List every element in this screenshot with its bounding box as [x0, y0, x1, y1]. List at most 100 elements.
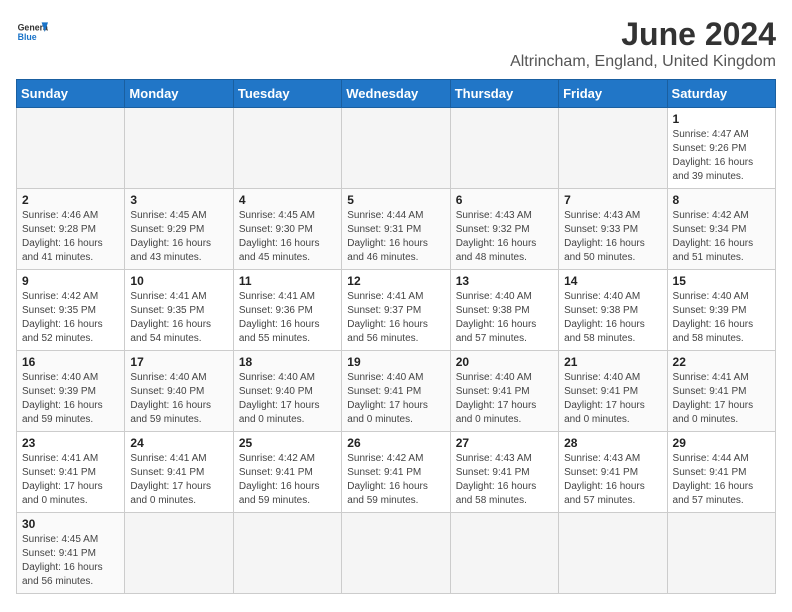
- day-number: 2: [22, 193, 119, 207]
- weekday-header-tuesday: Tuesday: [233, 80, 341, 108]
- day-number: 28: [564, 436, 661, 450]
- day-number: 9: [22, 274, 119, 288]
- day-number: 24: [130, 436, 227, 450]
- calendar-cell: 13 Sunrise: 4:40 AM Sunset: 9:38 PM Dayli…: [450, 270, 558, 351]
- calendar-cell: 6 Sunrise: 4:43 AM Sunset: 9:32 PM Daylig…: [450, 189, 558, 270]
- day-number: 19: [347, 355, 444, 369]
- day-info: Sunrise: 4:42 AM Sunset: 9:41 PM Dayligh…: [239, 452, 336, 508]
- day-number: 21: [564, 355, 661, 369]
- day-number: 17: [130, 355, 227, 369]
- weekday-row: SundayMondayTuesdayWednesdayThursdayFrid…: [17, 80, 776, 108]
- calendar-cell: [559, 513, 667, 594]
- day-info: Sunrise: 4:47 AM Sunset: 9:26 PM Dayligh…: [673, 128, 770, 184]
- calendar-cell: 2 Sunrise: 4:46 AM Sunset: 9:28 PM Daylig…: [17, 189, 125, 270]
- day-info: Sunrise: 4:46 AM Sunset: 9:28 PM Dayligh…: [22, 209, 119, 265]
- calendar-title: June 2024: [510, 16, 776, 53]
- calendar-cell: [125, 513, 233, 594]
- calendar-subtitle: Altrincham, England, United Kingdom: [510, 53, 776, 71]
- day-number: 25: [239, 436, 336, 450]
- calendar-cell: 3 Sunrise: 4:45 AM Sunset: 9:29 PM Daylig…: [125, 189, 233, 270]
- calendar-cell: 14 Sunrise: 4:40 AM Sunset: 9:38 PM Dayli…: [559, 270, 667, 351]
- week-row-2: 9Sunrise: 4:42 AM Sunset: 9:35 PM Daylig…: [17, 270, 776, 351]
- calendar-cell: [450, 108, 558, 189]
- day-info: Sunrise: 4:45 AM Sunset: 9:30 PM Dayligh…: [239, 209, 336, 265]
- calendar-cell: 15Sunrise: 4:40 AM Sunset: 9:39 PM Dayli…: [667, 270, 775, 351]
- day-number: 14: [564, 274, 661, 288]
- calendar-cell: 17 Sunrise: 4:40 AM Sunset: 9:40 PM Dayli…: [125, 351, 233, 432]
- day-number: 23: [22, 436, 119, 450]
- day-info: Sunrise: 4:42 AM Sunset: 9:34 PM Dayligh…: [673, 209, 770, 265]
- calendar-cell: 19 Sunrise: 4:40 AM Sunset: 9:41 PM Dayli…: [342, 351, 450, 432]
- day-number: 27: [456, 436, 553, 450]
- calendar-cell: 8 Sunrise: 4:42 AM Sunset: 9:34 PM Daylig…: [667, 189, 775, 270]
- calendar-cell: 27 Sunrise: 4:43 AM Sunset: 9:41 PM Dayli…: [450, 432, 558, 513]
- day-info: Sunrise: 4:43 AM Sunset: 9:32 PM Dayligh…: [456, 209, 553, 265]
- header: General Blue June 2024 Altrincham, Engla…: [16, 16, 776, 71]
- day-number: 15: [673, 274, 770, 288]
- day-info: Sunrise: 4:45 AM Sunset: 9:41 PM Dayligh…: [22, 533, 119, 589]
- day-info: Sunrise: 4:41 AM Sunset: 9:37 PM Dayligh…: [347, 290, 444, 346]
- day-number: 3: [130, 193, 227, 207]
- svg-text:Blue: Blue: [18, 32, 37, 42]
- calendar-cell: 30Sunrise: 4:45 AM Sunset: 9:41 PM Dayli…: [17, 513, 125, 594]
- calendar-cell: 23Sunrise: 4:41 AM Sunset: 9:41 PM Dayli…: [17, 432, 125, 513]
- calendar-cell: 4 Sunrise: 4:45 AM Sunset: 9:30 PM Daylig…: [233, 189, 341, 270]
- calendar-cell: 18 Sunrise: 4:40 AM Sunset: 9:40 PM Dayli…: [233, 351, 341, 432]
- calendar-cell: [342, 513, 450, 594]
- day-info: Sunrise: 4:41 AM Sunset: 9:35 PM Dayligh…: [130, 290, 227, 346]
- day-info: Sunrise: 4:40 AM Sunset: 9:41 PM Dayligh…: [456, 371, 553, 427]
- day-number: 8: [673, 193, 770, 207]
- week-row-1: 2 Sunrise: 4:46 AM Sunset: 9:28 PM Daylig…: [17, 189, 776, 270]
- day-info: Sunrise: 4:43 AM Sunset: 9:41 PM Dayligh…: [456, 452, 553, 508]
- day-number: 22: [673, 355, 770, 369]
- day-info: Sunrise: 4:40 AM Sunset: 9:40 PM Dayligh…: [130, 371, 227, 427]
- day-number: 1: [673, 112, 770, 126]
- day-number: 7: [564, 193, 661, 207]
- weekday-header-monday: Monday: [125, 80, 233, 108]
- calendar-cell: 25 Sunrise: 4:42 AM Sunset: 9:41 PM Dayli…: [233, 432, 341, 513]
- calendar-cell: 9Sunrise: 4:42 AM Sunset: 9:35 PM Daylig…: [17, 270, 125, 351]
- day-number: 6: [456, 193, 553, 207]
- calendar-cell: [233, 108, 341, 189]
- calendar-cell: 11Sunrise: 4:41 AM Sunset: 9:36 PM Dayli…: [233, 270, 341, 351]
- day-number: 4: [239, 193, 336, 207]
- calendar-body: 1 Sunrise: 4:47 AM Sunset: 9:26 PM Daylig…: [17, 108, 776, 594]
- day-number: 12: [347, 274, 444, 288]
- day-number: 29: [673, 436, 770, 450]
- calendar-cell: [667, 513, 775, 594]
- day-number: 13: [456, 274, 553, 288]
- day-number: 18: [239, 355, 336, 369]
- day-info: Sunrise: 4:41 AM Sunset: 9:41 PM Dayligh…: [130, 452, 227, 508]
- day-info: Sunrise: 4:40 AM Sunset: 9:38 PM Dayligh…: [456, 290, 553, 346]
- day-info: Sunrise: 4:40 AM Sunset: 9:41 PM Dayligh…: [347, 371, 444, 427]
- calendar-cell: 7 Sunrise: 4:43 AM Sunset: 9:33 PM Daylig…: [559, 189, 667, 270]
- calendar-cell: [559, 108, 667, 189]
- day-info: Sunrise: 4:43 AM Sunset: 9:33 PM Dayligh…: [564, 209, 661, 265]
- day-info: Sunrise: 4:43 AM Sunset: 9:41 PM Dayligh…: [564, 452, 661, 508]
- weekday-header-wednesday: Wednesday: [342, 80, 450, 108]
- day-number: 11: [239, 274, 336, 288]
- calendar-cell: 12 Sunrise: 4:41 AM Sunset: 9:37 PM Dayli…: [342, 270, 450, 351]
- day-info: Sunrise: 4:40 AM Sunset: 9:38 PM Dayligh…: [564, 290, 661, 346]
- calendar-cell: 20 Sunrise: 4:40 AM Sunset: 9:41 PM Dayli…: [450, 351, 558, 432]
- calendar-cell: [17, 108, 125, 189]
- calendar-table: SundayMondayTuesdayWednesdayThursdayFrid…: [16, 79, 776, 594]
- weekday-header-friday: Friday: [559, 80, 667, 108]
- logo: General Blue: [16, 16, 48, 48]
- day-info: Sunrise: 4:40 AM Sunset: 9:40 PM Dayligh…: [239, 371, 336, 427]
- day-info: Sunrise: 4:40 AM Sunset: 9:39 PM Dayligh…: [22, 371, 119, 427]
- week-row-4: 23 Sunrise: 4:41 AM Sunset: 9:41 PM Dayli…: [17, 432, 776, 513]
- calendar-cell: [125, 108, 233, 189]
- day-info: Sunrise: 4:45 AM Sunset: 9:29 PM Dayligh…: [130, 209, 227, 265]
- weekday-header-sunday: Sunday: [17, 80, 125, 108]
- calendar-cell: [450, 513, 558, 594]
- week-row-5: 30Sunrise: 4:45 AM Sunset: 9:41 PM Dayli…: [17, 513, 776, 594]
- calendar-cell: 29Sunrise: 4:44 AM Sunset: 9:41 PM Dayli…: [667, 432, 775, 513]
- day-number: 20: [456, 355, 553, 369]
- calendar-cell: [233, 513, 341, 594]
- calendar-cell: [342, 108, 450, 189]
- calendar-cell: 16Sunrise: 4:40 AM Sunset: 9:39 PM Dayli…: [17, 351, 125, 432]
- title-area: June 2024 Altrincham, England, United Ki…: [510, 16, 776, 71]
- weekday-header-thursday: Thursday: [450, 80, 558, 108]
- day-info: Sunrise: 4:44 AM Sunset: 9:31 PM Dayligh…: [347, 209, 444, 265]
